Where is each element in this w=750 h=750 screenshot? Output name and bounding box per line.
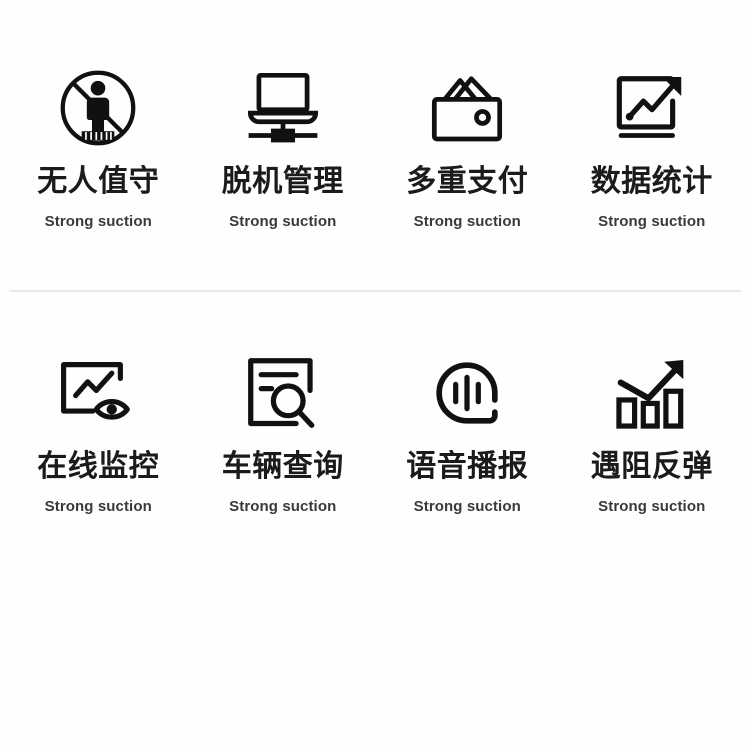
feature-title: 车辆查询 <box>221 450 344 483</box>
laptop-offline-network-icon <box>233 62 333 154</box>
voice-broadcast-bubble-icon <box>417 347 517 439</box>
feature-row-1: 无人值守 Strong suction 脱机管理 Strong suction <box>0 62 750 290</box>
feature-subtitle: Strong suction <box>229 498 337 515</box>
wallet-payment-icon <box>417 62 517 154</box>
feature-cell-voice-broadcast[interactable]: 语音播报 Strong suction <box>375 347 560 516</box>
feature-cell-offline-management[interactable]: 脱机管理 Strong suction <box>191 62 376 231</box>
feature-cell-multi-payment[interactable]: 多重支付 Strong suction <box>375 62 560 231</box>
feature-subtitle: Strong suction <box>598 498 706 515</box>
feature-cell-unattended[interactable]: 无人值守 Strong suction <box>6 62 191 231</box>
chart-eye-monitor-icon <box>48 347 148 439</box>
feature-title: 脱机管理 <box>221 165 344 198</box>
feature-cell-data-statistics[interactable]: 数据统计 Strong suction <box>560 62 745 231</box>
feature-title: 语音播报 <box>406 450 529 483</box>
feature-title: 在线监控 <box>37 450 160 483</box>
feature-subtitle: Strong suction <box>44 213 152 230</box>
feature-title: 数据统计 <box>590 165 713 198</box>
feature-cell-online-monitoring[interactable]: 在线监控 Strong suction <box>6 347 191 516</box>
trend-chart-screen-icon <box>602 62 702 154</box>
feature-subtitle: Strong suction <box>598 213 706 230</box>
feature-cell-vehicle-query[interactable]: 车辆查询 Strong suction <box>191 347 376 516</box>
feature-cell-obstacle-rebound[interactable]: 遇阻反弹 Strong suction <box>560 347 745 516</box>
feature-row-2: 在线监控 Strong suction 车辆查询 Strong suction <box>0 347 750 575</box>
feature-subtitle: Strong suction <box>413 498 521 515</box>
feature-subtitle: Strong suction <box>44 498 152 515</box>
feature-title: 遇阻反弹 <box>590 450 713 483</box>
no-person-unattended-icon <box>48 62 148 154</box>
bar-chart-rebound-arrow-icon <box>602 347 702 439</box>
document-search-icon <box>233 347 333 439</box>
feature-grid: 无人值守 Strong suction 脱机管理 Strong suction <box>0 0 750 750</box>
row-gap-spacer <box>0 292 750 347</box>
feature-subtitle: Strong suction <box>229 213 337 230</box>
feature-title: 多重支付 <box>406 165 529 198</box>
feature-title: 无人值守 <box>37 165 160 198</box>
feature-subtitle: Strong suction <box>413 213 521 230</box>
